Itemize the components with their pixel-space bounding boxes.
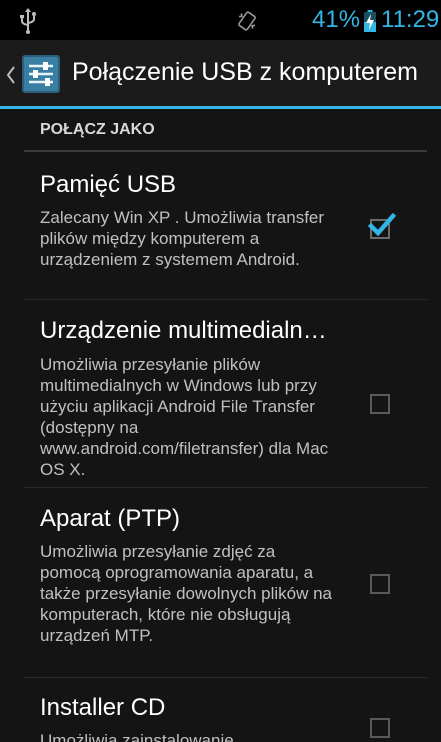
preferences-list: POŁĄCZ JAKO Pamięć USB Zalecany Win XP .… bbox=[0, 109, 441, 742]
section-header: POŁĄCZ JAKO bbox=[40, 121, 155, 138]
option-title: Aparat (PTP) bbox=[40, 505, 181, 532]
option-title: Urządzenie multimedialn… bbox=[40, 317, 327, 344]
option-installer-cd-checkbox[interactable] bbox=[370, 718, 390, 738]
option-camera-ptp-checkbox[interactable] bbox=[370, 574, 390, 594]
usb-icon bbox=[20, 8, 36, 34]
action-bar: Połączenie USB z komputerem bbox=[0, 40, 441, 108]
option-title: Pamięć USB bbox=[40, 171, 177, 198]
option-summary: Umożliwia przesyłanie plików multimedial… bbox=[40, 355, 329, 479]
option-divider bbox=[24, 677, 427, 678]
section-divider bbox=[24, 150, 427, 152]
option-camera-ptp[interactable]: Aparat (PTP) Umożliwia przesyłanie zdjęć… bbox=[0, 505, 441, 675]
option-usb-storage-checkbox[interactable] bbox=[368, 213, 396, 239]
status-bar: 41% 11:29 bbox=[0, 0, 441, 40]
option-installer-cd[interactable]: Installer CD Umożliwia zainstalowanie bbox=[0, 694, 441, 742]
clock: 11:29 bbox=[381, 6, 440, 33]
vibrate-icon bbox=[238, 11, 256, 31]
option-media-device[interactable]: Urządzenie multimedialn… Umożliwia przes… bbox=[0, 317, 441, 487]
checkmark-icon bbox=[368, 213, 396, 237]
option-summary: Zalecany Win XP . Umożliwia transfer pli… bbox=[40, 208, 325, 269]
option-summary: Umożliwia zainstalowanie bbox=[40, 731, 234, 742]
chevron-left-icon[interactable] bbox=[6, 65, 16, 85]
option-divider bbox=[24, 487, 427, 488]
settings-sliders-icon[interactable] bbox=[21, 54, 61, 94]
battery-percent: 41% bbox=[312, 6, 361, 33]
option-divider bbox=[24, 299, 427, 300]
page-title: Połączenie USB z komputerem bbox=[72, 58, 418, 86]
option-summary: Umożliwia przesyłanie zdjęć za pomocą op… bbox=[40, 542, 332, 645]
option-media-device-checkbox[interactable] bbox=[370, 394, 390, 414]
option-title: Installer CD bbox=[40, 694, 166, 721]
option-usb-storage[interactable]: Pamięć USB Zalecany Win XP . Umożliwia t… bbox=[0, 171, 441, 301]
battery-charging-icon bbox=[364, 10, 376, 32]
